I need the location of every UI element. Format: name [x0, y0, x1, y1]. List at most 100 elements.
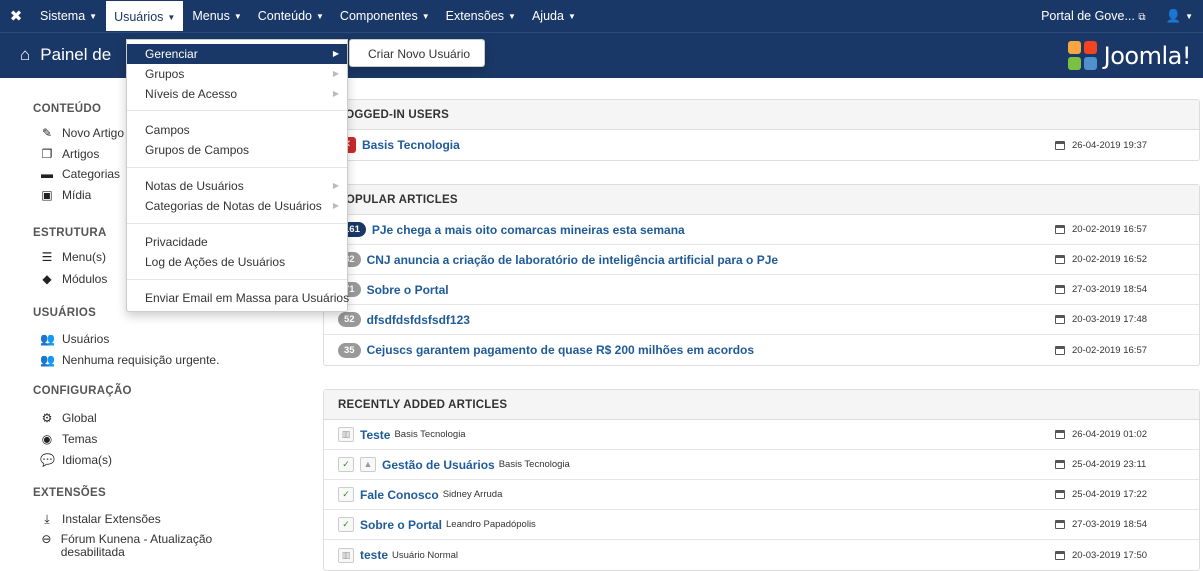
- date-cell: 20-02-2019 16:57: [1055, 345, 1147, 356]
- caret-down-icon: ▼: [1185, 11, 1193, 21]
- date-cell: 27-03-2019 18:54: [1055, 284, 1147, 295]
- panel-heading: LOGGED-IN USERS: [324, 100, 1199, 130]
- sidebar-item-instalar-extensoes[interactable]: ⤓ Instalar Extensões: [40, 512, 160, 527]
- menu-item-categorias-de-notas[interactable]: Categorias de Notas de Usuários ▶: [127, 196, 347, 216]
- published-check-icon[interactable]: ✓: [338, 457, 354, 472]
- sidebar-item-global[interactable]: ⚙ Global: [40, 411, 97, 425]
- table-row: ✕ Basis Tecnologia 26-04-2019 19:37: [324, 130, 1199, 160]
- date-cell: 20-02-2019 16:57: [1055, 224, 1147, 235]
- sidebar-item-label: Módulos: [62, 272, 108, 286]
- menu-sistema[interactable]: Sistema ▼: [32, 0, 105, 32]
- article-link[interactable]: Cejuscs garantem pagamento de quase R$ 2…: [367, 343, 754, 357]
- caret-down-icon: ▼: [508, 11, 516, 21]
- calendar-icon: [1055, 285, 1065, 294]
- sidebar-item-idiomas[interactable]: 💬 Idioma(s): [40, 453, 112, 467]
- date-cell: 20-03-2019 17:50: [1055, 550, 1147, 561]
- calendar-icon: [1055, 460, 1065, 469]
- cog-icon: ⚙: [41, 411, 53, 425]
- sidebar-item-categorias[interactable]: ▬ Categorias: [40, 167, 120, 181]
- caret-down-icon: ▼: [421, 11, 430, 21]
- menu-divider: [127, 110, 347, 111]
- joomla-logo-icon[interactable]: ✖: [0, 0, 32, 32]
- caret-down-icon: ▼: [89, 11, 98, 21]
- menu-item-grupos[interactable]: Grupos ▶: [127, 64, 347, 84]
- trash-icon[interactable]: ▥: [338, 427, 354, 442]
- published-check-icon[interactable]: ✓: [338, 517, 354, 532]
- menu-item-gerenciar[interactable]: Gerenciar ▶: [127, 44, 347, 64]
- table-row: 161 PJe chega a mais oito comarcas minei…: [324, 215, 1199, 245]
- chevron-right-icon: ▶: [332, 181, 339, 190]
- sidebar-heading-conteudo: CONTEÚDO: [33, 103, 102, 115]
- image-icon: ▣: [41, 188, 53, 202]
- sidebar-item-midia[interactable]: ▣ Mídia: [40, 188, 91, 202]
- pencil-icon: ✎: [41, 126, 53, 140]
- menu-menus[interactable]: Menus ▼: [184, 0, 249, 32]
- caret-down-icon: ▼: [567, 11, 576, 21]
- sidebar-item-novo-artigo[interactable]: ✎ Novo Artigo: [40, 126, 124, 140]
- menu-item-grupos-de-campos[interactable]: Grupos de Campos: [127, 140, 347, 160]
- date-text: 20-02-2019 16:57: [1072, 344, 1148, 356]
- menu-conteudo[interactable]: Conteúdo ▼: [250, 0, 332, 32]
- sidebar-item-label: Idioma(s): [62, 453, 113, 467]
- date-text: 26-04-2019 19:37: [1072, 139, 1148, 151]
- table-row: 71 Sobre o Portal 27-03-2019 18:54: [324, 275, 1199, 305]
- article-link[interactable]: Fale Conosco: [360, 488, 439, 502]
- menu-ajuda[interactable]: Ajuda ▼: [524, 0, 584, 32]
- article-link[interactable]: Teste: [360, 428, 390, 442]
- menu-item-niveis-de-acesso[interactable]: Níveis de Acesso ▶: [127, 84, 347, 104]
- sidebar-item-requisicoes[interactable]: 👥 Nenhuma requisição urgente.: [40, 353, 219, 367]
- article-link[interactable]: PJe chega a mais oito comarcas mineiras …: [372, 223, 685, 237]
- lock-icon[interactable]: ▲: [360, 457, 376, 472]
- page-title-text: Painel de: [40, 45, 112, 64]
- menu-item-enviar-email-em-massa[interactable]: Enviar Email em Massa para Usuários: [127, 288, 349, 308]
- folder-icon: ▬: [41, 167, 53, 181]
- date-text: 27-03-2019 18:54: [1072, 284, 1148, 295]
- sidebar-item-modulos[interactable]: ◆ Módulos: [40, 272, 107, 286]
- article-link[interactable]: Sobre o Portal: [367, 283, 449, 297]
- article-link[interactable]: dfsdfdsfdsfsdf123: [367, 313, 470, 327]
- sidebar-item-label: Artigos: [62, 147, 100, 161]
- menu-item-notas-de-usuarios[interactable]: Notas de Usuários ▶: [127, 176, 347, 196]
- article-link[interactable]: Sobre o Portal: [360, 518, 442, 532]
- sidebar-item-usuarios[interactable]: 👥 Usuários: [40, 332, 109, 346]
- article-link[interactable]: CNJ anuncia a criação de laboratório de …: [367, 253, 778, 267]
- menu-label: Conteúdo: [257, 9, 312, 23]
- article-link[interactable]: teste: [360, 548, 388, 562]
- joomla-brand: Joomla!: [1067, 41, 1192, 71]
- menu-componentes[interactable]: Componentes ▼: [332, 0, 438, 32]
- published-check-icon[interactable]: ✓: [338, 487, 354, 502]
- author-text: Basis Tecnologia: [498, 459, 570, 470]
- menu-item-label: Grupos de Campos: [145, 143, 250, 157]
- panel-heading: RECENTLY ADDED ARTICLES: [324, 390, 1199, 420]
- chevron-right-icon: ▶: [332, 49, 339, 58]
- menu-extensoes[interactable]: Extensões ▼: [438, 0, 524, 32]
- date-cell: 27-03-2019 18:54: [1055, 519, 1147, 530]
- site-link[interactable]: Portal de Gove... ⧉: [1031, 0, 1155, 32]
- menu-item-label: Log de Ações de Usuários: [145, 255, 286, 269]
- sidebar-heading-configuracao: CONFIGURAÇÃO: [33, 385, 132, 397]
- trash-icon[interactable]: ▥: [338, 547, 354, 563]
- sidebar-item-temas[interactable]: ◉ Temas: [40, 432, 98, 446]
- menu-item-label: Campos: [145, 123, 190, 137]
- menu-label: Extensões: [445, 9, 505, 23]
- user-menu[interactable]: 👤 ▼: [1156, 0, 1203, 32]
- user-link[interactable]: Basis Tecnologia: [362, 138, 460, 152]
- date-cell: 26-04-2019 19:37: [1055, 140, 1147, 151]
- menu-item-criar-novo-usuario[interactable]: Criar Novo Usuário: [350, 44, 484, 64]
- table-row: ✓ Fale Conosco Sidney Arruda 25-04-2019 …: [324, 480, 1199, 510]
- panel-heading: POPULAR ARTICLES: [324, 185, 1199, 215]
- sidebar-item-label: Fórum Kunena - Atualização desabilitada: [60, 532, 213, 559]
- cube-icon: ◆: [42, 272, 52, 286]
- sidebar-item-kunena[interactable]: ⊖ Fórum Kunena - Atualização desabilitada: [40, 533, 260, 559]
- sidebar-item-artigos[interactable]: ❐ Artigos: [40, 147, 100, 161]
- menu-usuarios[interactable]: Usuários ▼: [105, 0, 185, 32]
- article-link[interactable]: Gestão de Usuários: [382, 458, 495, 472]
- sidebar-item-menus[interactable]: ☰ Menu(s): [40, 250, 106, 264]
- site-link-label: Portal de Gove...: [1041, 9, 1135, 23]
- menu-item-campos[interactable]: Campos: [127, 120, 347, 140]
- caret-down-icon: ▼: [167, 12, 176, 22]
- menu-item-log-de-acoes[interactable]: Log de Ações de Usuários: [127, 252, 347, 272]
- logged-in-users-panel: LOGGED-IN USERS ✕ Basis Tecnologia 26-04…: [323, 99, 1200, 161]
- upload-icon: ⤓: [44, 512, 50, 526]
- menu-item-privacidade[interactable]: Privacidade: [127, 232, 347, 252]
